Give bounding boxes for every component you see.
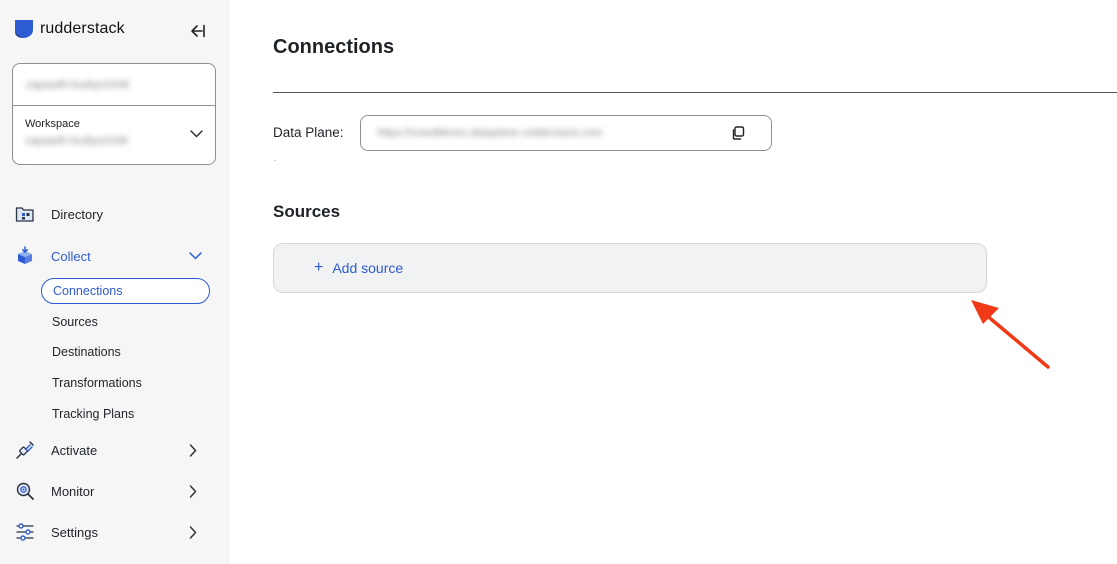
sidebar-subitem-sources[interactable]: Sources: [52, 315, 98, 329]
sidebar-item-monitor[interactable]: Monitor: [0, 477, 230, 505]
directory-icon: [14, 203, 36, 225]
sidebar-item-label: Activate: [51, 442, 98, 458]
sources-section-title: Sources: [273, 202, 341, 221]
workspace-selector[interactable]: Workspace zapaadh-budiyo2038: [13, 106, 215, 164]
data-plane-url-field[interactable]: https://rosedbknox.dataplane.rudderstack…: [360, 115, 772, 151]
add-source-label: Add source: [332, 260, 404, 276]
settings-sliders-icon: [14, 521, 36, 543]
sidebar: rudderstack zapaadh-budiyo2038 Workspace…: [0, 0, 230, 564]
sidebar-item-label: Collect: [51, 248, 91, 264]
brand[interactable]: rudderstack: [14, 18, 125, 40]
sidebar-item-label: Monitor: [51, 483, 95, 499]
header-divider: [273, 92, 1117, 93]
data-plane-label: Data Plane:: [273, 125, 344, 140]
main-content: Connections Data Plane: https://rosedbkn…: [230, 0, 1117, 564]
chevron-down-icon: [189, 252, 202, 260]
copy-icon: [732, 126, 745, 140]
activate-plug-icon: [14, 439, 36, 461]
organization-name: zapaadh-budiyo2038: [26, 78, 129, 91]
sidebar-item-collect[interactable]: Collect: [0, 242, 230, 270]
helper-text: .: [274, 154, 277, 163]
sidebar-subitem-tracking-plans[interactable]: Tracking Plans: [52, 407, 134, 421]
chevron-right-icon: [189, 525, 197, 539]
sidebar-item-activate[interactable]: Activate: [0, 436, 230, 464]
plus-icon: +: [314, 259, 324, 276]
monitor-search-icon: [14, 480, 36, 502]
sidebar-subitem-destinations[interactable]: Destinations: [52, 345, 121, 359]
chevron-right-icon: [189, 484, 197, 498]
sidebar-subitem-connections[interactable]: Connections: [41, 278, 210, 304]
sidebar-item-settings[interactable]: Settings: [0, 518, 230, 546]
collect-box-icon: [14, 245, 36, 267]
collapse-left-icon: [191, 24, 205, 38]
collapse-sidebar-button[interactable]: [189, 22, 207, 40]
chevron-down-icon: [190, 130, 203, 138]
sidebar-subitem-transformations[interactable]: Transformations: [52, 376, 142, 390]
sidebar-item-directory[interactable]: Directory: [0, 200, 230, 228]
chevron-right-icon: [189, 443, 197, 457]
copy-button[interactable]: [731, 126, 745, 140]
data-plane-url: https://rosedbknox.dataplane.rudderstack…: [377, 127, 603, 139]
workspace-label: Workspace: [25, 118, 80, 130]
organization-selector[interactable]: zapaadh-budiyo2038: [13, 64, 215, 106]
app-window: rudderstack zapaadh-budiyo2038 Workspace…: [0, 0, 1117, 564]
rudderstack-logo-icon: [15, 20, 33, 38]
workspace-card: zapaadh-budiyo2038 Workspace zapaadh-bud…: [12, 63, 216, 165]
page-title: Connections: [273, 36, 395, 58]
workspace-name: zapaadh-budiyo2038: [25, 135, 128, 147]
add-source-button[interactable]: + Add source: [273, 243, 987, 293]
sidebar-item-label: Settings: [51, 524, 98, 540]
sidebar-item-label: Directory: [51, 206, 104, 222]
brand-name: rudderstack: [40, 20, 125, 37]
